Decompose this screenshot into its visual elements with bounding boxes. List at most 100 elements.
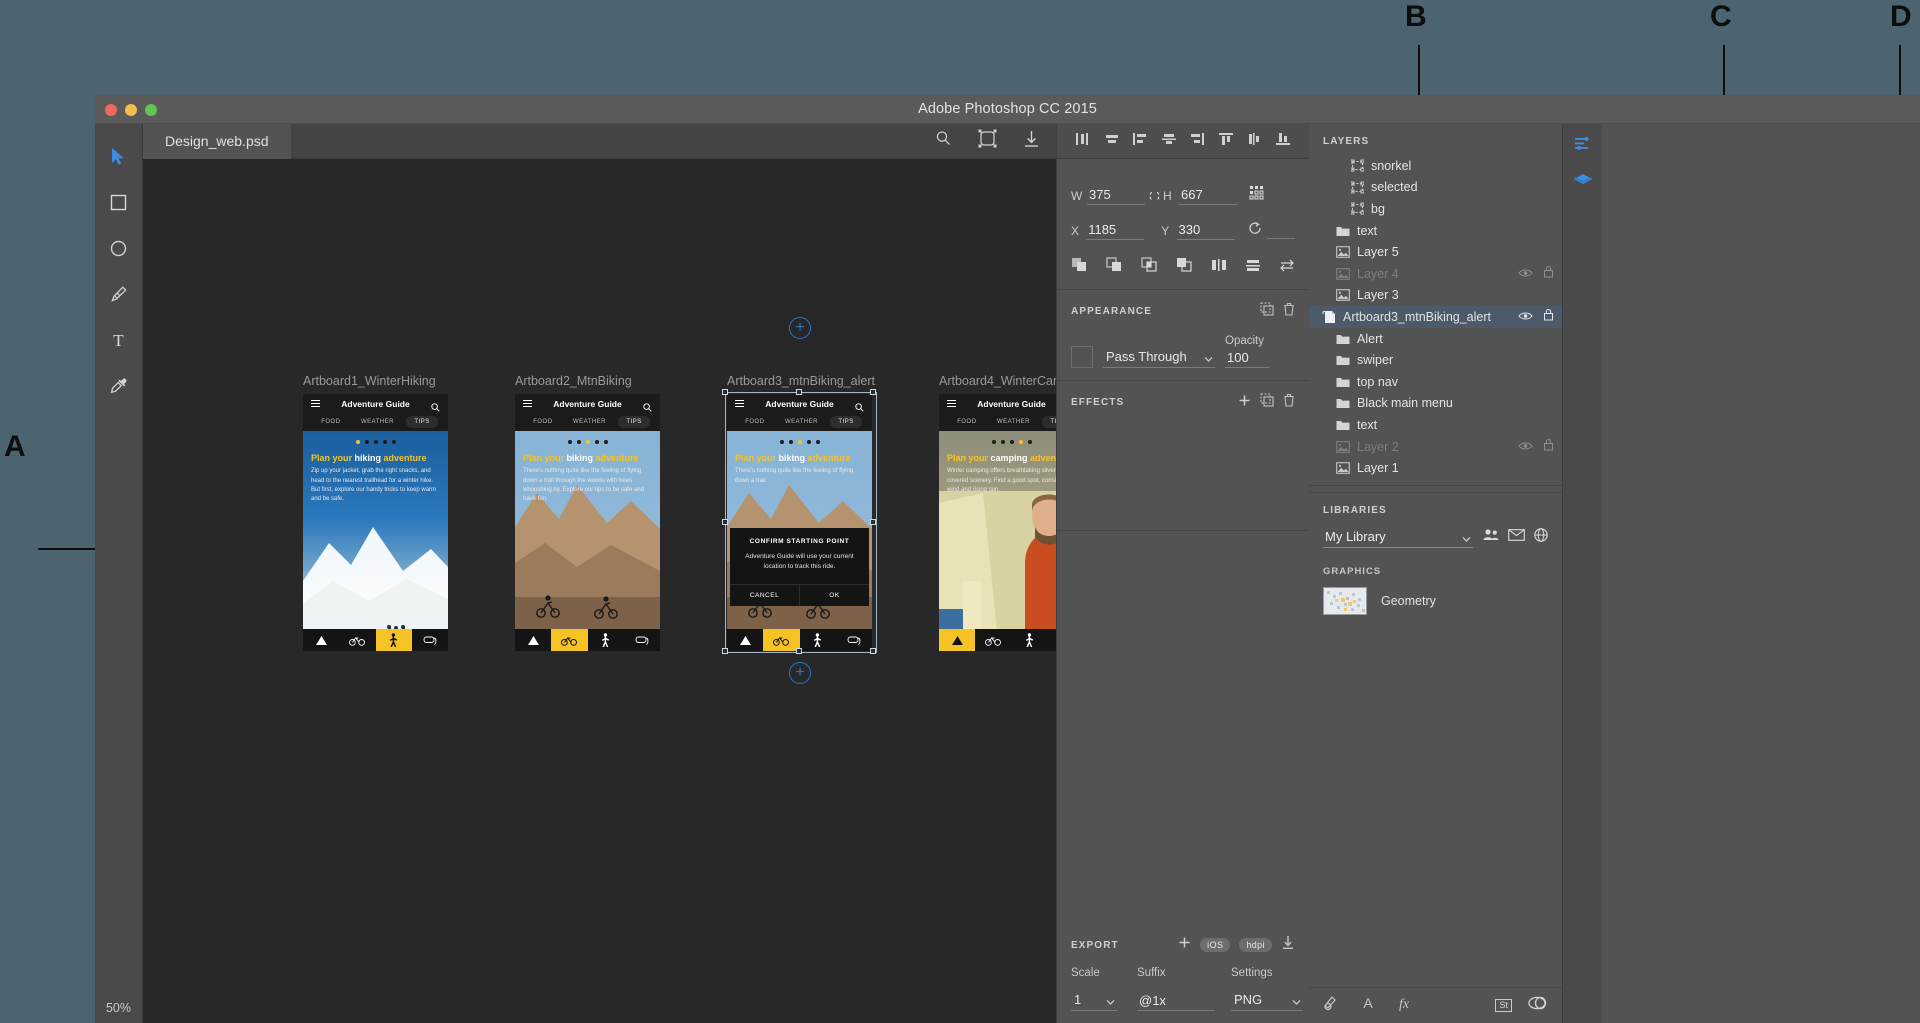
- align-right-icon[interactable]: [1189, 132, 1205, 151]
- fill-color-swatch[interactable]: [1071, 346, 1093, 368]
- minimize-window-button[interactable]: [125, 104, 137, 116]
- export-preset-ios[interactable]: iOS: [1200, 938, 1231, 952]
- eye-icon[interactable]: [1518, 308, 1533, 326]
- pen-tool[interactable]: [102, 276, 136, 312]
- carousel-dots[interactable]: [727, 440, 872, 444]
- bottom-nav-bicycle-icon[interactable]: [763, 629, 800, 651]
- layer-row-text-group-1[interactable]: text: [1309, 220, 1562, 242]
- phone-tab-tips[interactable]: TIPS: [406, 416, 438, 428]
- creative-cloud-icon[interactable]: [1528, 996, 1548, 1015]
- bottom-nav-snorkel-icon[interactable]: [836, 629, 872, 651]
- rotate-icon[interactable]: [1247, 220, 1263, 241]
- text-style-icon[interactable]: A: [1361, 995, 1375, 1016]
- lock-icon[interactable]: [1543, 265, 1554, 283]
- resize-handle-ml[interactable]: [722, 519, 728, 525]
- delete-effect-icon[interactable]: [1283, 393, 1295, 412]
- add-artboard-below-button[interactable]: +: [789, 662, 811, 684]
- lock-icon[interactable]: [1543, 438, 1554, 456]
- phone-tabs[interactable]: FOOD WEATHER TIPS: [727, 413, 872, 431]
- mail-icon[interactable]: [1508, 528, 1525, 547]
- resize-handle-bl[interactable]: [722, 648, 728, 654]
- layer-row-alert[interactable]: Alert: [1309, 328, 1562, 350]
- alert-ok-button[interactable]: OK: [799, 584, 869, 606]
- artboard-canvas[interactable]: Artboard1_WinterHiking Adventure Guide F…: [143, 159, 1056, 1023]
- align-left-edges-icon[interactable]: [1075, 132, 1091, 151]
- maximize-window-button[interactable]: [145, 104, 157, 116]
- bottom-nav-tent-icon[interactable]: [515, 629, 551, 651]
- phone-tab-food[interactable]: FOOD: [525, 416, 560, 428]
- artboard-1[interactable]: Artboard1_WinterHiking Adventure Guide F…: [303, 374, 448, 651]
- bottom-nav-snorkel-icon[interactable]: [412, 629, 448, 651]
- alert-cancel-button[interactable]: CANCEL: [730, 585, 799, 606]
- collaborate-icon[interactable]: [1483, 528, 1499, 547]
- export-preset-hdpi[interactable]: hdpi: [1239, 938, 1272, 952]
- phone-tabs[interactable]: FOOD WEATHER TIPS: [515, 413, 660, 431]
- layer-row-layer-5[interactable]: Layer 5: [1309, 241, 1562, 263]
- lock-icon[interactable]: [1543, 308, 1554, 326]
- artboard-2-phone[interactable]: Adventure Guide FOOD WEATHER TIPS Plan y…: [515, 394, 660, 651]
- layer-row-artboard3-mtnbiking-alert[interactable]: Artboard3_mtnBiking_alert: [1309, 306, 1562, 328]
- exclude-shapes-icon[interactable]: [1176, 257, 1193, 277]
- layer-row-top-nav[interactable]: top nav: [1309, 371, 1562, 393]
- bottom-nav-hiker-icon[interactable]: [1012, 629, 1048, 651]
- phone-tab-weather[interactable]: WEATHER: [777, 416, 826, 428]
- phone-tab-tips[interactable]: TIPS: [1042, 416, 1056, 428]
- copy-effect-icon[interactable]: [1260, 393, 1274, 412]
- layer-row-text-group-2[interactable]: text: [1309, 414, 1562, 436]
- opacity-input[interactable]: [1225, 349, 1269, 368]
- phone-bottom-nav[interactable]: [515, 629, 660, 651]
- phone-bottom-nav[interactable]: [303, 629, 448, 651]
- layer-row-swiper[interactable]: swiper: [1309, 349, 1562, 371]
- eye-icon[interactable]: [1518, 265, 1533, 283]
- layers-stack-icon[interactable]: [1573, 173, 1593, 194]
- stock-icon[interactable]: St: [1495, 998, 1512, 1013]
- artboard-3-phone[interactable]: Adventure Guide FOOD WEATHER TIPS Plan y…: [727, 394, 872, 651]
- eyedropper-tool[interactable]: [102, 368, 136, 404]
- swap-icon[interactable]: [1279, 258, 1295, 277]
- mask-icon[interactable]: [1323, 995, 1341, 1016]
- hamburger-icon[interactable]: [523, 400, 532, 409]
- close-window-button[interactable]: [105, 104, 117, 116]
- globe-icon[interactable]: [1534, 528, 1548, 547]
- bottom-nav-snorkel-icon[interactable]: [1048, 629, 1056, 651]
- bottom-nav-bicycle-icon[interactable]: [975, 629, 1011, 651]
- copy-appearance-icon[interactable]: [1260, 302, 1274, 321]
- x-input[interactable]: [1086, 221, 1145, 240]
- bottom-nav-hiker-icon[interactable]: [375, 629, 412, 651]
- bottom-nav-snorkel-icon[interactable]: [624, 629, 660, 651]
- subtract-shapes-icon[interactable]: [1106, 257, 1123, 277]
- carousel-dots[interactable]: [303, 440, 448, 444]
- align-vertical-centers-icon[interactable]: [1246, 132, 1262, 151]
- download-icon[interactable]: [1023, 130, 1040, 153]
- delete-appearance-icon[interactable]: [1283, 302, 1295, 321]
- bottom-nav-tent-icon[interactable]: [939, 629, 976, 651]
- move-tool[interactable]: [102, 138, 136, 174]
- grid-icon[interactable]: [1249, 185, 1267, 206]
- layer-row-black-main-menu[interactable]: Black main menu: [1309, 393, 1562, 415]
- rotate-input[interactable]: [1266, 223, 1295, 239]
- document-tab[interactable]: Design_web.psd: [143, 123, 291, 159]
- hamburger-icon[interactable]: [311, 400, 320, 409]
- phone-tab-weather[interactable]: WEATHER: [565, 416, 614, 428]
- phone-search-icon[interactable]: [643, 399, 652, 417]
- phone-tab-tips[interactable]: TIPS: [618, 416, 650, 428]
- resize-handle-mr[interactable]: [870, 519, 876, 525]
- type-tool[interactable]: T: [102, 322, 136, 358]
- phone-tabs[interactable]: FOOD WEATHER TIPS: [939, 413, 1056, 431]
- distribute-vertical-centers-icon[interactable]: [1161, 132, 1177, 151]
- layer-row-layer-1[interactable]: Layer 1: [1309, 457, 1562, 479]
- bottom-nav-tent-icon[interactable]: [303, 629, 339, 651]
- align-right-edges-icon[interactable]: [1132, 132, 1148, 151]
- flip-vertical-icon[interactable]: [1245, 258, 1261, 277]
- scale-select[interactable]: 1: [1071, 990, 1117, 1011]
- ellipse-tool[interactable]: [102, 230, 136, 266]
- phone-tab-weather[interactable]: WEATHER: [989, 416, 1038, 428]
- settings-select[interactable]: PNG: [1231, 990, 1303, 1011]
- width-input[interactable]: [1087, 186, 1145, 205]
- carousel-dots[interactable]: [939, 440, 1056, 444]
- phone-tabs[interactable]: FOOD WEATHER TIPS: [303, 413, 448, 431]
- phone-tab-food[interactable]: FOOD: [949, 416, 984, 428]
- fx-icon[interactable]: fx: [1395, 995, 1413, 1016]
- bottom-nav-tent-icon[interactable]: [727, 629, 763, 651]
- y-input[interactable]: [1176, 221, 1235, 240]
